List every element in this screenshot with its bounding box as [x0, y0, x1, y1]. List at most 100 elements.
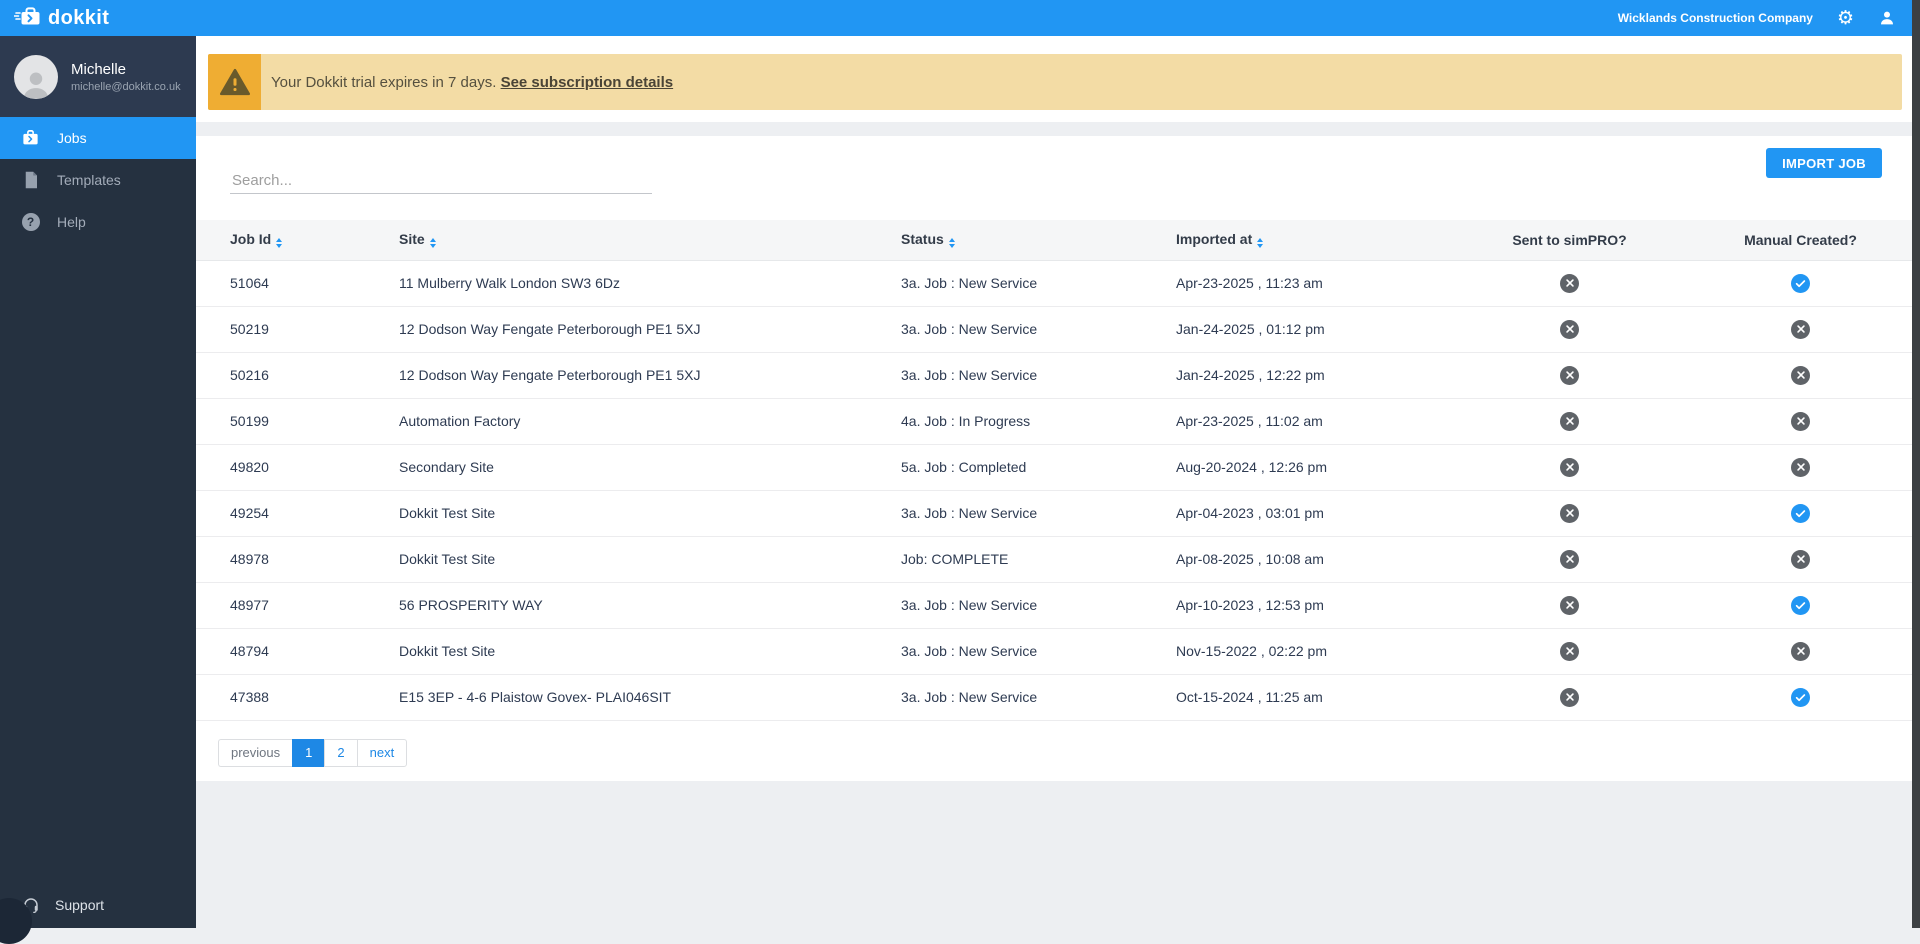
status-cell: 4a. Job : In Progress — [900, 398, 1175, 445]
column-label: Manual Created? — [1744, 231, 1857, 248]
column-label: Status — [901, 231, 944, 248]
column-label: Site — [399, 231, 425, 248]
imported-at-cell: Jan-24-2025 , 12:22 pm — [1175, 352, 1450, 399]
table-header-row: Job Id Site Status Imported at Sent to simPR… — [196, 220, 1912, 261]
column-header-imported-at[interactable]: Imported at — [1175, 220, 1450, 261]
pagination-page-1[interactable]: 1 — [292, 738, 325, 767]
imported-at-cell: Aug-20-2024 , 12:26 pm — [1175, 444, 1450, 491]
cross-circle-icon — [1791, 641, 1810, 661]
brand-name: dokkit — [48, 6, 110, 29]
job-id-cell: 49254 — [196, 490, 398, 537]
sidebar-item-label: Help — [57, 214, 86, 230]
imported-at-cell: Jan-24-2025 , 01:12 pm — [1175, 306, 1450, 353]
account-person-icon[interactable] — [1878, 9, 1896, 27]
user-email: michelle@dokkit.co.uk — [71, 80, 181, 93]
job-id-cell: 47388 — [196, 674, 398, 721]
sent-to-simpro-cell — [1450, 306, 1690, 353]
table-row: 51064 11 Mulberry Walk London SW3 6Dz 3a. … — [196, 260, 1912, 307]
table-row: 48978 Dokkit Test Site Job: COMPLETE Apr-08… — [196, 536, 1912, 583]
cross-circle-icon — [1791, 411, 1810, 431]
site-cell: 56 PROSPERITY WAY — [398, 582, 900, 629]
cross-circle-icon — [1791, 365, 1810, 385]
pagination-page-2[interactable]: 2 — [324, 738, 357, 767]
site-cell: Dokkit Test Site — [398, 536, 900, 583]
warning-icon — [208, 54, 261, 110]
sent-to-simpro-cell — [1450, 674, 1690, 721]
site-cell: Automation Factory — [398, 398, 900, 445]
manual-created-cell — [1690, 444, 1912, 491]
status-cell: 3a. Job : New Service — [900, 260, 1175, 307]
column-header-site[interactable]: Site — [398, 220, 900, 261]
briefcase-icon — [21, 129, 40, 147]
sidebar-item-label: Jobs — [57, 130, 87, 146]
job-id-cell: 48794 — [196, 628, 398, 675]
jobs-card: IMPORT JOB Job Id Site Status Imported at Se… — [196, 136, 1912, 781]
cross-circle-icon — [1560, 457, 1579, 477]
sent-to-simpro-cell — [1450, 352, 1690, 399]
sent-to-simpro-cell — [1450, 536, 1690, 583]
table-row: 50199 Automation Factory 4a. Job : In Prog… — [196, 398, 1912, 445]
sort-arrows-icon[interactable] — [948, 238, 955, 249]
table-row: 48794 Dokkit Test Site 3a. Job : New Servi… — [196, 628, 1912, 675]
manual-created-cell — [1690, 260, 1912, 307]
pagination-previous-button[interactable]: previous — [218, 738, 293, 767]
column-label: Sent to simPRO? — [1512, 231, 1627, 248]
imported-at-cell: Apr-08-2025 , 10:08 am — [1175, 536, 1450, 583]
manual-created-cell — [1690, 352, 1912, 399]
table-row: 50216 12 Dodson Way Fengate Peterborough … — [196, 352, 1912, 399]
cross-circle-icon — [1560, 595, 1579, 615]
site-cell: 12 Dodson Way Fengate Peterborough PE1 5… — [398, 306, 900, 353]
job-id-cell: 49820 — [196, 444, 398, 491]
sent-to-simpro-cell — [1450, 398, 1690, 445]
check-circle-icon — [1791, 503, 1810, 523]
column-header-sent-to-simpro: Sent to simPRO? — [1450, 220, 1690, 261]
job-id-cell: 51064 — [196, 260, 398, 307]
toolbar: IMPORT JOB — [196, 136, 1912, 194]
job-id-cell: 50199 — [196, 398, 398, 445]
main-content: Your Dokkit trial expires in 7 days. See… — [196, 36, 1912, 928]
site-cell: Secondary Site — [398, 444, 900, 491]
sidebar-item-jobs[interactable]: Jobs — [0, 117, 196, 159]
import-job-button[interactable]: IMPORT JOB — [1766, 148, 1882, 178]
site-cell: E15 3EP - 4-6 Plaistow Govex- PLAI046SIT — [398, 674, 900, 721]
cross-circle-icon — [1791, 549, 1810, 569]
scrollbar[interactable] — [1912, 0, 1920, 928]
search-input[interactable] — [230, 168, 652, 194]
pagination-next-button[interactable]: next — [356, 738, 408, 767]
sort-arrows-icon[interactable] — [429, 238, 436, 249]
avatar — [14, 54, 58, 99]
sort-arrows-icon[interactable] — [276, 238, 283, 249]
settings-gear-icon[interactable]: ⚙ — [1837, 8, 1854, 28]
manual-created-cell — [1690, 536, 1912, 583]
sidebar: Michelle michelle@dokkit.co.uk Jobs Temp… — [0, 36, 196, 944]
user-name: Michelle — [71, 60, 127, 78]
table-row: 49820 Secondary Site 5a. Job : Completed Au… — [196, 444, 1912, 491]
job-id-cell: 48977 — [196, 582, 398, 629]
sidebar-item-templates[interactable]: Templates — [0, 159, 196, 201]
sent-to-simpro-cell — [1450, 628, 1690, 675]
table-row: 50219 12 Dodson Way Fengate Peterborough … — [196, 306, 1912, 353]
sort-arrows-icon[interactable] — [1257, 238, 1264, 249]
sidebar-nav: Jobs Templates? Help — [0, 117, 196, 243]
status-cell: 5a. Job : Completed — [900, 444, 1175, 491]
table-row: 47388 E15 3EP - 4-6 Plaistow Govex- PLAI0… — [196, 674, 1912, 721]
imported-at-cell: Apr-23-2025 , 11:02 am — [1175, 398, 1450, 445]
cross-circle-icon — [1560, 503, 1579, 523]
column-header-status[interactable]: Status — [900, 220, 1175, 261]
column-header-job-id[interactable]: Job Id — [196, 220, 398, 261]
site-cell: Dokkit Test Site — [398, 490, 900, 537]
imported-at-cell: Oct-15-2024 , 11:25 am — [1175, 674, 1450, 721]
trial-banner: Your Dokkit trial expires in 7 days. See… — [208, 54, 1902, 110]
check-circle-icon — [1791, 595, 1810, 615]
table-row: 48977 56 PROSPERITY WAY 3a. Job : New Serv… — [196, 582, 1912, 629]
cross-circle-icon — [1560, 411, 1579, 431]
sidebar-item-help[interactable]: ? Help — [0, 201, 196, 243]
jobs-table: Job Id Site Status Imported at Sent to simPR… — [196, 220, 1912, 721]
status-cell: 3a. Job : New Service — [900, 352, 1175, 399]
manual-created-cell — [1690, 398, 1912, 445]
cross-circle-icon — [1791, 457, 1810, 477]
banner-section: Your Dokkit trial expires in 7 days. See… — [196, 36, 1912, 122]
user-profile: Michelle michelle@dokkit.co.uk — [0, 36, 196, 117]
subscription-details-link[interactable]: See subscription details — [501, 74, 674, 91]
manual-created-cell — [1690, 582, 1912, 629]
